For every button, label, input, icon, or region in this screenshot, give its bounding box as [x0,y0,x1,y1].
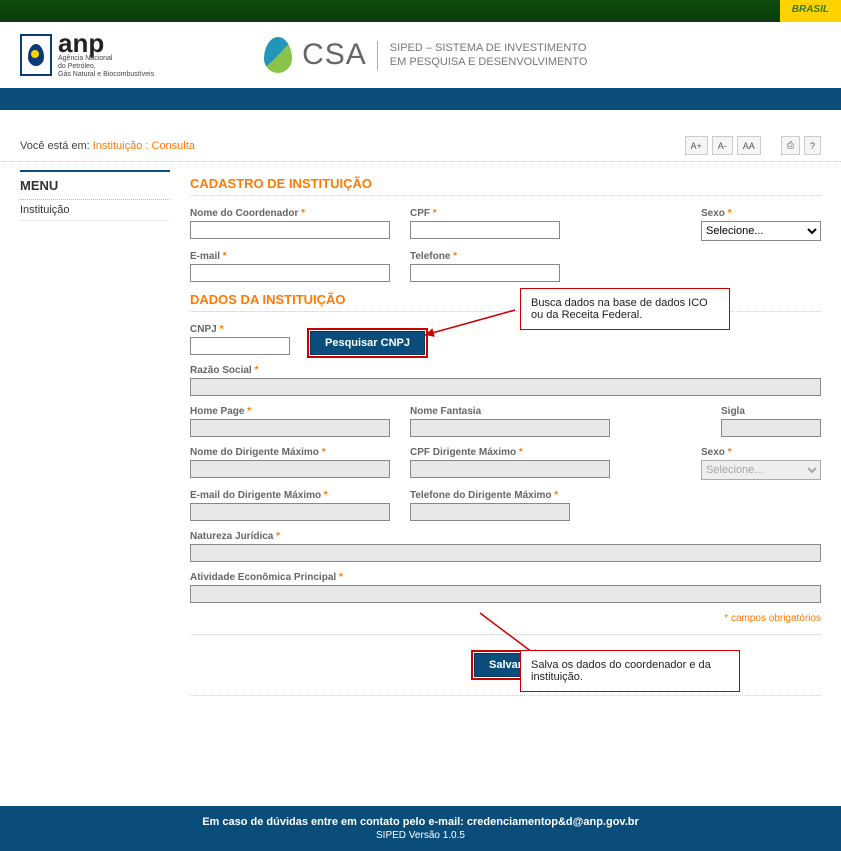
csa-description: SIPED – SISTEMA DE INVESTIMENTO EM PESQU… [377,41,588,70]
footer: Em caso de dúvidas entre em contato pelo… [0,806,841,851]
nome-coordenador-input[interactable] [190,221,390,239]
field-telefone: Telefone * [410,251,560,282]
razao-social-input [190,378,821,396]
field-sexo-dirigente: Sexo * Selecione... [701,447,821,480]
menu-title: MENU [20,170,170,200]
field-atividade: Atividade Econômica Principal * [190,572,821,603]
tel-dirigente-input [410,503,570,521]
field-nome-dirigente: Nome do Dirigente Máximo * [190,447,390,480]
field-email-dirigente: E-mail do Dirigente Máximo * [190,490,390,521]
main-content: CADASTRO DE INSTITUIÇÃO Nome do Coordena… [190,170,821,786]
app-header: anp Agência Nacional do Petróleo, Gás Na… [0,22,841,88]
cpf-dirigente-input [410,460,610,478]
field-natureza: Natureza Jurídica * [190,531,821,562]
homepage-input [190,419,390,437]
nav-bar [0,88,841,110]
breadcrumb-instituicao[interactable]: Instituição [93,140,143,152]
field-nome-fantasia: Nome Fantasia [410,406,610,437]
help-button[interactable]: ? [804,136,821,155]
breadcrumb-prefix: Você está em: [20,140,90,152]
nome-dirigente-input [190,460,390,478]
sidebar: MENU Instituição [20,170,170,786]
callout-salvar: Salva os dados do coordenador e da insti… [520,650,740,692]
field-cpf: CPF * [410,208,560,241]
anp-wordmark: anp [58,32,154,55]
breadcrumb-consulta[interactable]: Consulta [152,140,195,152]
pesquisar-cnpj-button[interactable]: Pesquisar CNPJ [310,331,425,355]
font-reset-button[interactable]: AA [737,136,761,155]
nome-fantasia-input [410,419,610,437]
field-cpf-dirigente: CPF Dirigente Máximo * [410,447,610,480]
telefone-input[interactable] [410,264,560,282]
field-cnpj: CNPJ * [190,324,290,355]
sexo-dirigente-select: Selecione... [701,460,821,480]
section-cadastro-title: CADASTRO DE INSTITUIÇÃO [190,176,821,196]
brasil-tag[interactable]: BRASIL [780,0,841,22]
font-increase-button[interactable]: A+ [685,136,708,155]
field-homepage: Home Page * [190,406,390,437]
anp-drop-icon [20,34,52,76]
csa-logo-block: CSA SIPED – SISTEMA DE INVESTIMENTO EM P… [264,37,587,73]
field-razao-social: Razão Social * [190,365,821,396]
gov-topbar: BRASIL [0,0,841,22]
field-sigla: Sigla [721,406,821,437]
cpf-input[interactable] [410,221,560,239]
field-sexo: Sexo * Selecione... [701,208,821,241]
footer-version: SIPED Versão 1.0.5 [10,830,831,841]
required-fields-note: * campos obrigatórios [190,613,821,624]
csa-desc-line1: SIPED – SISTEMA DE INVESTIMENTO [390,41,588,55]
anp-subtitle: Agência Nacional do Petróleo, Gás Natura… [58,55,154,78]
csa-drop-icon [264,37,292,73]
csa-desc-line2: EM PESQUISA E DESENVOLVIMENTO [390,55,588,69]
email-input[interactable] [190,264,390,282]
natureza-input [190,544,821,562]
accessibility-tools: A+ A- AA ⎙ ? [685,136,822,155]
field-email: E-mail * [190,251,390,282]
print-button[interactable]: ⎙ [781,136,800,155]
field-nome-coordenador: Nome do Coordenador * [190,208,390,241]
footer-contact: Em caso de dúvidas entre em contato pelo… [10,816,831,828]
atividade-input [190,585,821,603]
email-dirigente-input [190,503,390,521]
breadcrumb: Você está em: Instituição : Consulta [20,140,195,152]
sigla-input [721,419,821,437]
font-decrease-button[interactable]: A- [712,136,733,155]
sexo-select[interactable]: Selecione... [701,221,821,241]
callout-pesquisar: Busca dados na base de dados ICO ou da R… [520,288,730,330]
field-tel-dirigente: Telefone do Dirigente Máximo * [410,490,570,521]
cnpj-input[interactable] [190,337,290,355]
sidebar-item-instituicao[interactable]: Instituição [20,200,170,221]
anp-logo: anp Agência Nacional do Petróleo, Gás Na… [20,32,154,78]
csa-wordmark: CSA [302,38,367,72]
